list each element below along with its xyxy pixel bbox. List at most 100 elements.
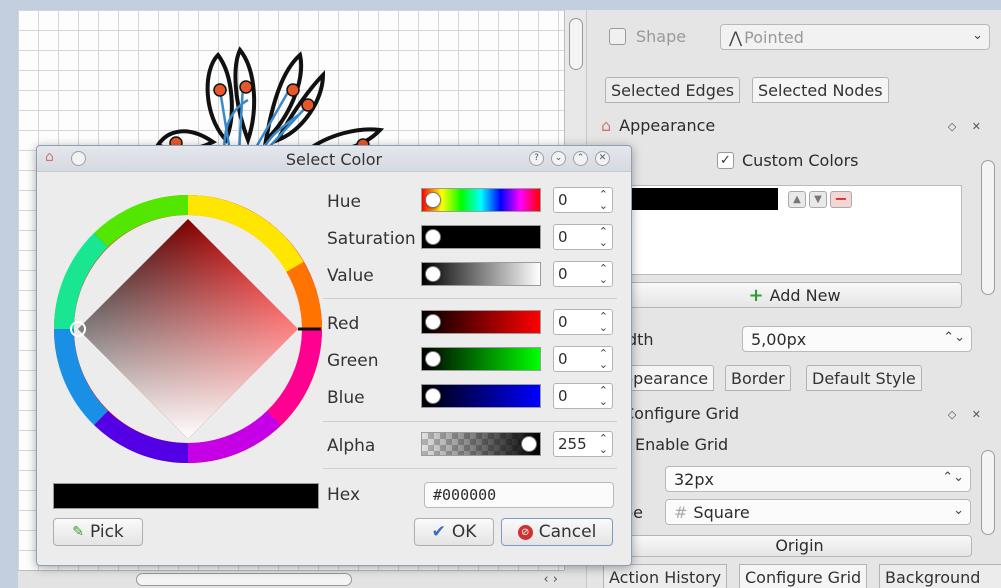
- tab-selected-edges[interactable]: Selected Edges: [605, 77, 741, 103]
- plus-icon: +: [748, 284, 764, 306]
- blue-slider[interactable]: [421, 384, 541, 408]
- ok-button[interactable]: ✔ OK: [414, 518, 494, 546]
- alpha-slider[interactable]: [421, 432, 541, 456]
- spin-updown-icon[interactable]: ⌃⌄: [943, 330, 965, 345]
- add-new-label: Add New: [769, 285, 841, 305]
- arrow-up-icon[interactable]: ▲: [788, 191, 806, 208]
- chevron-down-icon: ⌄: [972, 28, 983, 43]
- green-spinbox[interactable]: 0 ⌃ ⌄: [553, 346, 613, 372]
- green-value: 0: [558, 350, 568, 368]
- red-value: 0: [558, 313, 568, 331]
- origin-button[interactable]: Origin: [627, 535, 972, 557]
- alpha-spinbox[interactable]: 255 ⌃ ⌄: [553, 431, 613, 457]
- separator: [323, 421, 617, 422]
- appearance-icon: ⌂: [601, 116, 612, 135]
- grid-scrollbar[interactable]: [981, 450, 995, 535]
- select-color-dialog: ⌂ Select Color ? ⌄ ⌃ ✕ Hue 0 ⌃ ⌄ Saturat…: [36, 145, 632, 566]
- slider-knob[interactable]: [425, 192, 441, 208]
- slider-knob[interactable]: [425, 266, 441, 282]
- pick-button[interactable]: ✎ Pick: [53, 518, 143, 546]
- maximize-icon[interactable]: ⌃: [573, 151, 588, 166]
- slider-knob[interactable]: [425, 314, 441, 330]
- spin-updown-icon[interactable]: ⌃⌄: [599, 189, 608, 211]
- configure-grid-dock-title: Configure Grid: [623, 404, 740, 423]
- close-icon[interactable]: ✕: [595, 151, 610, 166]
- enable-grid-label[interactable]: Enable Grid: [635, 435, 728, 454]
- tab-selected-nodes[interactable]: Selected Nodes: [752, 77, 889, 103]
- appearance-scrollbar[interactable]: [981, 160, 995, 295]
- hex-input[interactable]: #000000: [424, 482, 614, 508]
- spin-updown-icon[interactable]: ⌃⌄: [599, 348, 608, 370]
- custom-colors-row[interactable]: ✓ Custom Colors: [717, 151, 859, 170]
- eyedropper-icon: ✎: [72, 524, 84, 540]
- spin-updown-icon[interactable]: ⌃⌄: [599, 311, 608, 333]
- arrow-down-icon[interactable]: ▼: [809, 191, 827, 208]
- custom-colors-list[interactable]: ▲ ▼ −: [627, 185, 962, 275]
- color-swatch-black[interactable]: [628, 188, 778, 210]
- grid-shape-select[interactable]: # Square ⌄: [665, 499, 971, 525]
- add-new-button[interactable]: + Add New: [627, 282, 962, 308]
- value-label: Value: [327, 266, 374, 286]
- value-value: 0: [558, 265, 568, 283]
- canvas-horizontal-scrollbar[interactable]: ‹ ›: [18, 570, 564, 588]
- spin-updown-icon[interactable]: ⌃⌄: [599, 385, 608, 407]
- custom-colors-label: Custom Colors: [742, 151, 859, 170]
- separator: [323, 298, 617, 299]
- grid-icon: #: [674, 502, 688, 522]
- scrollbar-thumb[interactable]: [569, 18, 583, 70]
- saturation-slider[interactable]: [421, 225, 541, 249]
- width-spinbox[interactable]: 5,00px ⌃⌄: [742, 326, 972, 352]
- checkmark-icon: ✔: [431, 522, 446, 542]
- hue-spinbox[interactable]: 0 ⌃ ⌄: [553, 187, 613, 213]
- saturation-value-diamond[interactable]: [78, 219, 298, 439]
- properties-panel: Shape ⋀ Pointed ⌄ Selected Edges Selecte…: [586, 10, 1001, 588]
- pick-label: Pick: [89, 522, 124, 542]
- spin-updown-icon[interactable]: ⌃⌄: [599, 226, 608, 248]
- saturation-spinbox[interactable]: 0 ⌃ ⌄: [553, 224, 613, 250]
- green-slider[interactable]: [421, 347, 541, 371]
- green-label: Green: [327, 351, 379, 371]
- slider-knob[interactable]: [521, 436, 537, 452]
- dialog-titlebar[interactable]: ⌂ Select Color ? ⌄ ⌃ ✕: [37, 146, 631, 172]
- scroll-arrows-icon[interactable]: ‹ ›: [543, 572, 558, 587]
- separator: [323, 468, 617, 469]
- slider-knob[interactable]: [425, 229, 441, 245]
- value-spinbox[interactable]: 0 ⌃ ⌄: [553, 261, 613, 287]
- shape-select-value: Pointed: [744, 27, 804, 47]
- remove-icon[interactable]: −: [830, 191, 852, 208]
- tab-configure-grid[interactable]: Configure Grid: [739, 564, 868, 588]
- shape-checkbox[interactable]: [609, 28, 626, 45]
- tab-background[interactable]: Background: [879, 564, 1001, 588]
- grid-size-spinbox[interactable]: 32px ⌃⌄: [665, 466, 971, 492]
- minimize-icon[interactable]: ⌄: [551, 151, 566, 166]
- color-list-actions: ▲ ▼ −: [788, 191, 852, 208]
- tab-border[interactable]: Border: [725, 365, 791, 391]
- shape-select[interactable]: ⋀ Pointed ⌄: [720, 24, 990, 50]
- shape-label: Shape: [636, 27, 687, 46]
- dock-buttons[interactable]: ◇ ✕: [948, 408, 987, 421]
- origin-label: Origin: [775, 536, 824, 555]
- grid-shape-value: Square: [693, 502, 750, 522]
- red-spinbox[interactable]: 0 ⌃ ⌄: [553, 309, 613, 335]
- slider-knob[interactable]: [425, 351, 441, 367]
- chevron-down-icon: ⌄: [953, 503, 964, 518]
- scrollbar-thumb[interactable]: [136, 573, 352, 586]
- custom-colors-checkbox[interactable]: ✓: [717, 152, 734, 169]
- cancel-button[interactable]: ⊘ Cancel: [501, 518, 613, 546]
- tab-action-history[interactable]: Action History: [603, 564, 728, 588]
- spin-updown-icon[interactable]: ⌃⌄: [599, 433, 608, 455]
- blue-spinbox[interactable]: 0 ⌃ ⌄: [553, 383, 613, 409]
- alpha-value: 255: [558, 435, 587, 453]
- value-slider[interactable]: [421, 262, 541, 286]
- tab-default-style[interactable]: Default Style: [806, 365, 922, 391]
- color-wheel[interactable]: [53, 194, 323, 464]
- spin-updown-icon[interactable]: ⌃⌄: [942, 470, 964, 485]
- appearance-dock-title: ⌂ Appearance: [601, 116, 715, 135]
- spin-updown-icon[interactable]: ⌃⌄: [599, 263, 608, 285]
- red-slider[interactable]: [421, 310, 541, 334]
- help-icon[interactable]: ?: [529, 151, 544, 166]
- dock-buttons[interactable]: ◇ ✕: [948, 120, 987, 133]
- hue-value: 0: [558, 191, 568, 209]
- slider-knob[interactable]: [425, 388, 441, 404]
- hue-slider[interactable]: [421, 188, 541, 212]
